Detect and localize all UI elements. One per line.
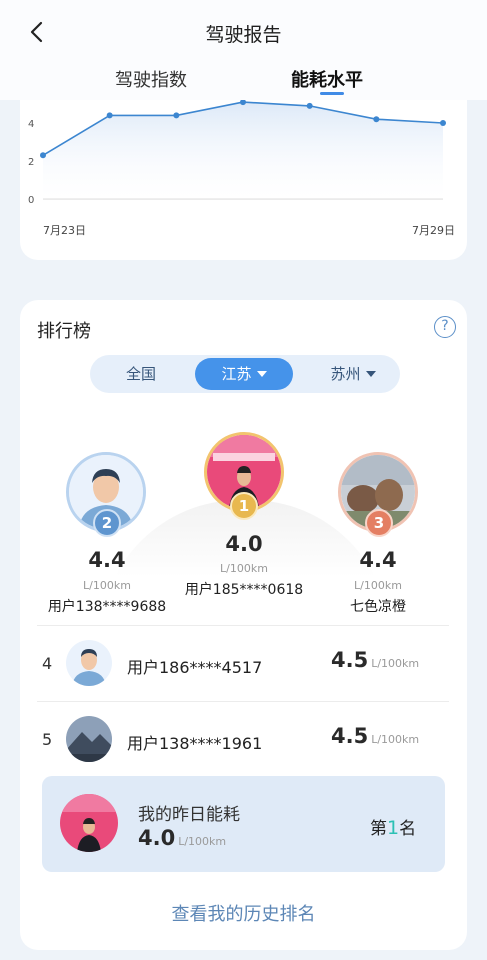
tab-driving-index[interactable]: 驾驶指数: [115, 66, 187, 92]
medal-3: 3: [365, 509, 393, 537]
region-label: 江苏: [221, 365, 252, 383]
row-rank: 5: [42, 730, 53, 749]
page-title: 驾驶报告: [205, 24, 282, 46]
chart-point: [440, 120, 446, 126]
podium-name-3: 七色凉橙: [350, 599, 406, 615]
my-energy-value-wrap: 4.0 L/100km: [138, 826, 226, 850]
my-rank: 第1名: [370, 814, 416, 839]
active-tab-indicator: [320, 92, 344, 95]
my-rank-prefix: 第: [370, 819, 387, 839]
chart-point: [173, 112, 180, 119]
row-name: 用户138****1961: [127, 734, 263, 753]
chart-area: [43, 102, 443, 199]
my-rank-suffix: 名: [399, 819, 417, 839]
podium-value-2: 4.4: [88, 548, 126, 572]
row-unit: L/100km: [371, 733, 420, 746]
chart-point: [40, 152, 46, 159]
podium-unit-1: L/100km: [220, 562, 268, 575]
medal-1: 1: [230, 492, 258, 520]
my-energy-value: 4.0: [138, 826, 176, 850]
divider: [37, 625, 449, 626]
tab-energy-level[interactable]: 能耗水平: [291, 66, 363, 92]
region-selector: 全国 江苏 苏州: [90, 355, 400, 393]
row-avatar: [66, 716, 112, 762]
podium-name-2: 用户138****9688: [47, 599, 167, 615]
region-tab-jiangsu[interactable]: 江苏: [195, 358, 293, 390]
caret-down-icon: [256, 371, 267, 377]
history-ranking-link[interactable]: 查看我的历史排名: [20, 900, 467, 926]
chart-y-tick-label: 0: [28, 195, 34, 206]
row-avatar: [66, 640, 112, 686]
row-unit: L/100km: [371, 657, 420, 670]
row-value-wrap: 4.5 L/100km: [331, 724, 419, 748]
chart-point: [373, 116, 380, 123]
chart-y-tick-label: 4: [28, 119, 34, 130]
mountain-avatar-icon: [66, 716, 112, 762]
medal-2: 2: [93, 509, 121, 537]
podium-value-3: 4.4: [359, 548, 397, 572]
chart-y-tick-label: 2: [28, 157, 34, 168]
chart-x-label-start: 7月23日: [43, 224, 86, 237]
row-value-wrap: 4.5 L/100km: [331, 648, 419, 672]
chart-point: [240, 99, 246, 106]
podium-value-1: 4.0: [225, 532, 263, 556]
chart-x-label-end: 7月29日: [412, 224, 455, 237]
ranking-card: 排行榜 ? 全国 江苏 苏州 2 4.4 L/100km 用户138****96…: [20, 300, 467, 950]
caret-down-icon: [365, 371, 376, 377]
region-tab-suzhou[interactable]: 苏州: [318, 355, 388, 393]
divider: [37, 701, 449, 702]
my-rank-number: 1: [387, 817, 400, 839]
ranking-title: 排行榜: [37, 321, 91, 342]
row-value: 4.5: [331, 648, 369, 672]
chart-point: [306, 102, 313, 109]
row-rank: 4: [42, 654, 53, 673]
default-avatar-icon: [66, 640, 112, 686]
report-tabs: 驾驶指数 能耗水平: [0, 66, 487, 100]
user-photo-avatar-icon: [60, 794, 118, 852]
podium-unit-2: L/100km: [83, 579, 131, 592]
row-name: 用户186****4517: [127, 658, 263, 677]
my-energy-card[interactable]: 我的昨日能耗 4.0 L/100km 第1名: [42, 776, 445, 872]
chart-point: [106, 112, 113, 119]
row-value: 4.5: [331, 724, 369, 748]
podium-unit-3: L/100km: [354, 579, 402, 592]
my-avatar: [60, 794, 118, 852]
top-header: 驾驶报告 驾驶指数 能耗水平: [0, 0, 487, 100]
region-label: 苏州: [330, 365, 361, 383]
help-icon[interactable]: ?: [434, 316, 456, 338]
my-energy-unit: L/100km: [178, 835, 227, 848]
my-energy-label: 我的昨日能耗: [138, 805, 240, 825]
region-tab-national[interactable]: 全国: [110, 355, 172, 393]
region-label: 全国: [125, 365, 156, 383]
